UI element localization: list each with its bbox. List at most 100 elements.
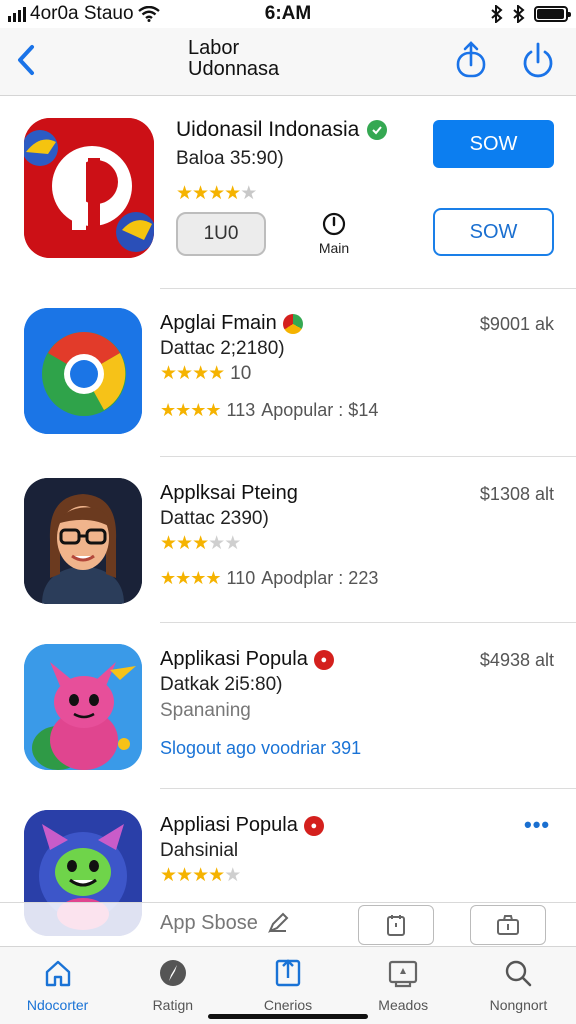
divider [160, 456, 576, 457]
app-name: Appliasi Popula ● [160, 814, 324, 837]
status-bar: 4or0a Stauo 6:AM [0, 0, 576, 28]
meta-count: 113 [226, 400, 256, 420]
rating-row: ★★★★★ [160, 532, 241, 555]
camera-icon [497, 915, 519, 935]
edit-icon[interactable] [266, 911, 290, 935]
inbox-icon [387, 957, 419, 989]
list-item[interactable]: Applikasi Popula ● Datkak 2i5:80) Spanan… [0, 624, 576, 790]
app-name: Apglai Fmain [160, 312, 303, 335]
rating-stars: ★★★★ [160, 400, 222, 420]
meta-count: 110 [226, 568, 256, 588]
main-info-button[interactable]: Main [312, 212, 356, 262]
rating-count: 10 [230, 362, 252, 384]
tab-label: Ratign [152, 997, 194, 1013]
tab-ratings[interactable]: Ratign [115, 947, 230, 1024]
overlay-label-text: App Sbose [160, 911, 258, 934]
featured-app-card: Uidonasil Indonasia Baloa 35:90) ★★★★★ 1… [0, 96, 576, 288]
battery-icon [534, 6, 571, 22]
share-icon [456, 41, 486, 78]
carrier-label: 4or0a Stauo [30, 3, 134, 24]
app-name: Applikasi Popula ● [160, 648, 334, 671]
featured-app-icon[interactable] [24, 118, 154, 258]
overlay-action-button[interactable] [358, 905, 434, 945]
app-title: Apglai Fmain [160, 312, 277, 334]
divider [160, 788, 576, 789]
rating-stars: ★★★★ [160, 568, 222, 588]
rating-row: ★★★★ 10 [160, 362, 251, 385]
app-subtitle: Dattac 2;2180) [160, 338, 285, 359]
app-subtitle: Dattac 2390) [160, 508, 269, 529]
overlay-label: App Sbose [160, 911, 290, 935]
search-icon [502, 957, 534, 989]
refresh-button[interactable] [518, 40, 558, 80]
list-item[interactable]: Applksai Pteing Dattac 2390) ★★★★★ ★★★★ … [0, 458, 576, 624]
app-link[interactable]: Slogout ago voodriar 391 [160, 738, 361, 759]
share-button[interactable] [452, 40, 490, 80]
page-title-line2: Udonnasa [188, 58, 280, 80]
page-title: Labor Udonnasa [188, 38, 279, 80]
app-logo-icon [24, 118, 154, 258]
featured-app-title: Uidonasil Indonasia [176, 118, 360, 141]
bluetooth-icon [491, 5, 503, 23]
more-options-button[interactable]: ••• [524, 814, 554, 836]
signal-icon [8, 6, 26, 22]
get-button-outline[interactable]: SOW [433, 208, 554, 256]
tab-bar: Ndocorter Ratign Cnerios Meados Nongnort [0, 946, 576, 1024]
divider [160, 622, 576, 623]
meta-text: Apodplar : 223 [261, 568, 379, 588]
app-subtitle: Dahsinial [160, 840, 239, 861]
app-extra-text: Spananing [160, 700, 251, 721]
app-price: $9001 ak [479, 314, 554, 334]
tab-label: Meados [378, 997, 429, 1013]
alert-badge-icon: ● [313, 649, 334, 670]
wifi-icon [137, 6, 160, 22]
calendar-icon [387, 915, 405, 936]
bookmark-icon [272, 957, 304, 989]
app-meta: ★★★★ 113 Apopular : $14 [160, 400, 378, 421]
app-price: $1308 alt [479, 484, 554, 504]
compass-icon [157, 957, 189, 989]
featured-app-name[interactable]: Uidonasil Indonasia [176, 118, 388, 142]
verified-check-icon [367, 120, 388, 140]
app-meta: ★★★★ 110 Apodplar : 223 [160, 568, 378, 589]
rating-row: ★★★★★ [160, 864, 241, 887]
app-name: Applksai Pteing [160, 482, 298, 505]
navigation-bar: Labor Udonnasa [0, 28, 576, 96]
tab-label: Ndocorter [26, 997, 89, 1013]
featured-app-subtitle: Baloa 35:90) [176, 148, 284, 169]
app-title: Appliasi Popula [160, 814, 298, 836]
avatar-woman-icon [24, 478, 142, 604]
chevron-left-icon [18, 45, 34, 75]
app-title: Applksai Pteing [160, 482, 298, 504]
tab-home[interactable]: Ndocorter [0, 947, 115, 1024]
pink-creature-icon [24, 644, 142, 770]
rating-stars: ★★★★★ [176, 183, 257, 204]
tab-label: Nongnort [489, 997, 548, 1013]
rating-stars: ★★★★★ [160, 865, 241, 886]
overlay-camera-button[interactable] [470, 905, 546, 945]
divider [160, 288, 576, 289]
featured-rating-stars: ★★★★★ [176, 182, 257, 205]
app-title: Applikasi Popula [160, 648, 308, 670]
main-label: Main [318, 240, 350, 256]
back-button[interactable] [10, 42, 42, 78]
meta-text: Apopular : $14 [261, 400, 379, 420]
chrome-like-icon [24, 308, 142, 434]
get-button-primary[interactable]: SOW [433, 120, 554, 168]
version-pill-button[interactable]: 1U0 [176, 212, 266, 256]
list-item[interactable]: Apglai Fmain Dattac 2;2180) ★★★★ 10 ★★★★… [0, 290, 576, 456]
info-icon [322, 212, 346, 236]
app-price: $4938 alt [479, 650, 554, 670]
tab-media[interactable]: Meados [346, 947, 461, 1024]
rating-stars: ★★★★ [160, 363, 225, 384]
page-title-line1: Labor [188, 37, 240, 59]
tab-search[interactable]: Nongnort [461, 947, 576, 1024]
alert-badge-icon: ● [303, 815, 324, 836]
app-store-overlay-bar: App Sbose [0, 902, 576, 946]
app-subtitle: Datkak 2i5:80) [160, 674, 283, 695]
tab-categories[interactable]: Cnerios [230, 947, 345, 1024]
refresh-icon [523, 42, 553, 78]
verified-badge-icon [282, 313, 303, 334]
tab-label: Cnerios [263, 997, 313, 1013]
home-icon [42, 957, 74, 989]
